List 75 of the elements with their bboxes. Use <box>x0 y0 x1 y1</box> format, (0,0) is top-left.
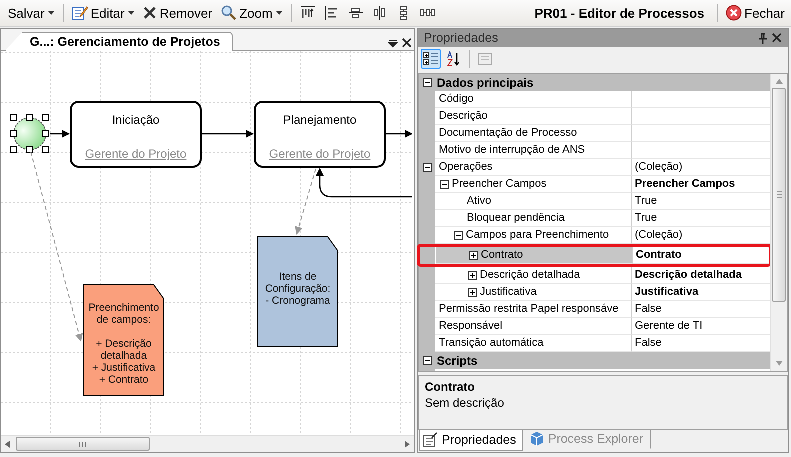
sequence-arrow <box>201 130 254 138</box>
property-pages-icon <box>477 51 493 67</box>
property-name[interactable]: Campos para Preenchimento <box>435 227 632 244</box>
task-name: Iniciação <box>112 113 160 127</box>
window-title: PR01 - Editor de Processos <box>534 6 705 20</box>
sort-alphabetical-icon <box>446 51 462 67</box>
arrow-left-icon[interactable] <box>5 440 10 448</box>
description-title: Contrato <box>425 380 476 394</box>
properties-icon <box>423 432 439 448</box>
note[interactable]: Itens de Configuração: - Cronograma <box>258 236 338 348</box>
pin-icon[interactable] <box>756 30 770 46</box>
property-name[interactable]: Preencher Campos <box>435 176 632 193</box>
note-text: Preenchimento de campos: + Descrição detalhada + Justificativa + Contrato <box>88 302 160 386</box>
collapse-icon[interactable] <box>422 78 432 87</box>
collapse-icon[interactable] <box>422 356 432 365</box>
scrollbar-thumb[interactable] <box>772 88 786 302</box>
document-tab[interactable]: G...: Gerenciamento de Projetos <box>5 32 234 51</box>
start-event[interactable] <box>10 114 50 154</box>
property-name[interactable]: Descrição detalhada <box>435 267 632 284</box>
close-icon[interactable] <box>770 31 784 45</box>
search-icon <box>220 5 237 21</box>
property-name[interactable]: Responsável <box>435 318 632 335</box>
property-name[interactable]: Permissão restrita Papel responsáve <box>435 301 632 318</box>
cube-icon <box>529 431 546 447</box>
toolbar-button[interactable]: Editar <box>70 3 137 23</box>
category-header[interactable]: Dados principais <box>435 74 770 91</box>
property-name[interactable]: Motivo de interrupção de ANS <box>435 142 632 159</box>
property-name[interactable]: Descrição <box>435 108 632 125</box>
sequence-arrow <box>385 130 412 138</box>
category-header[interactable]: Scripts <box>435 352 770 369</box>
close-icon[interactable] <box>400 36 414 50</box>
collapse-icon[interactable] <box>454 230 463 240</box>
dropdown-icon[interactable] <box>386 38 400 50</box>
toolbar-button[interactable]: Salvar <box>6 4 57 22</box>
caret-icon <box>128 11 135 15</box>
association-arrow <box>295 168 316 235</box>
horizontal-scrollbar[interactable] <box>1 435 414 452</box>
toolbar-button[interactable] <box>421 49 441 69</box>
property-name[interactable]: Código <box>435 91 632 108</box>
toolbar-button[interactable]: Zoom <box>218 3 285 23</box>
sequence-arrow <box>50 130 70 138</box>
categorized-icon <box>423 51 439 67</box>
note[interactable]: Preenchimento de campos: + Descrição detalhada + Justificativa + Contrato <box>84 284 164 396</box>
note-text: Itens de Configuração: - Cronograma <box>265 271 331 307</box>
task-name: Planejamento <box>283 113 357 127</box>
property-name[interactable]: Ativo <box>435 193 632 210</box>
vertical-scrollbar[interactable] <box>770 74 787 371</box>
role-label: Gerente do Projeto <box>269 147 371 161</box>
expand-icon[interactable] <box>468 288 477 296</box>
collapse-icon[interactable] <box>422 163 432 172</box>
caret-icon <box>276 11 283 15</box>
expand-icon[interactable] <box>469 250 478 260</box>
close-icon <box>142 6 157 20</box>
arrow-right-icon[interactable] <box>405 440 410 448</box>
description-text: Sem descrição <box>425 396 506 410</box>
toolbar-button[interactable]: Remover <box>140 4 215 22</box>
property-name[interactable]: Justificativa <box>435 284 632 301</box>
task-box[interactable] <box>70 101 202 168</box>
panel-title: Propriedades <box>424 31 498 45</box>
edit-icon <box>72 5 88 21</box>
property-name[interactable]: Operações <box>435 159 632 176</box>
property-name[interactable]: Documentação de Processo <box>435 125 632 142</box>
task-box[interactable] <box>254 101 386 168</box>
role-label: Gerente do Projeto <box>85 147 187 161</box>
panel-tab[interactable]: Propriedades <box>419 430 524 451</box>
scrollbar-thumb[interactable] <box>16 437 150 451</box>
property-name[interactable]: Transição automática <box>435 335 632 352</box>
expand-icon[interactable] <box>468 270 477 280</box>
caret-icon <box>48 11 55 15</box>
close-icon <box>726 5 742 21</box>
property-name[interactable]: Bloquear pendência <box>435 210 632 227</box>
close-button[interactable]: Fechar <box>724 3 787 23</box>
property-value[interactable]: Contrato <box>633 247 769 264</box>
property-name[interactable]: Contrato <box>436 247 633 264</box>
collapse-icon[interactable] <box>440 180 449 188</box>
